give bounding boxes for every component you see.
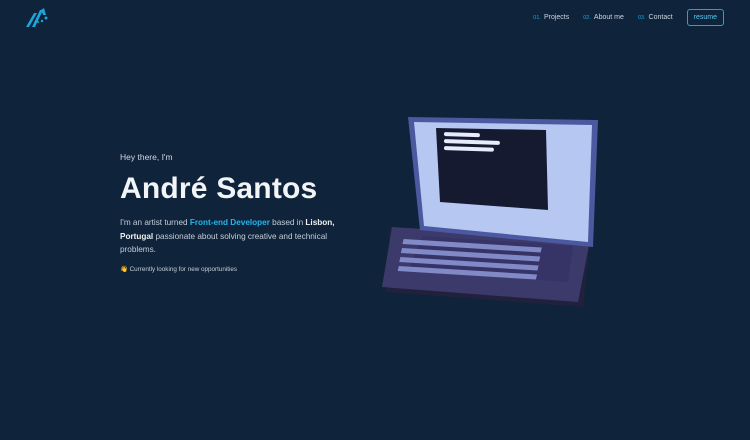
hero-description: I'm an artist turned Front-end Developer… [120,218,335,254]
laptop-illustration [378,112,608,322]
waving-hand-icon: 👋 [120,265,128,273]
logo[interactable] [25,7,51,34]
greeting: Hey there, I'm [120,152,173,162]
nav-projects[interactable]: 01. Projects [533,14,569,21]
hero: Hey there, I'm André Santos I'm an artis… [120,152,350,273]
nav-about[interactable]: 02. About me [583,14,624,21]
status-line: 👋 Currently looking for new opportunitie… [120,265,238,273]
nav-contact[interactable]: 03. Contact [638,14,673,21]
resume-button[interactable]: resume [686,9,724,26]
hero-name: André Santos [120,172,318,205]
main-nav: 01. Projects 02. About me 03. Contact resum… [533,9,724,26]
